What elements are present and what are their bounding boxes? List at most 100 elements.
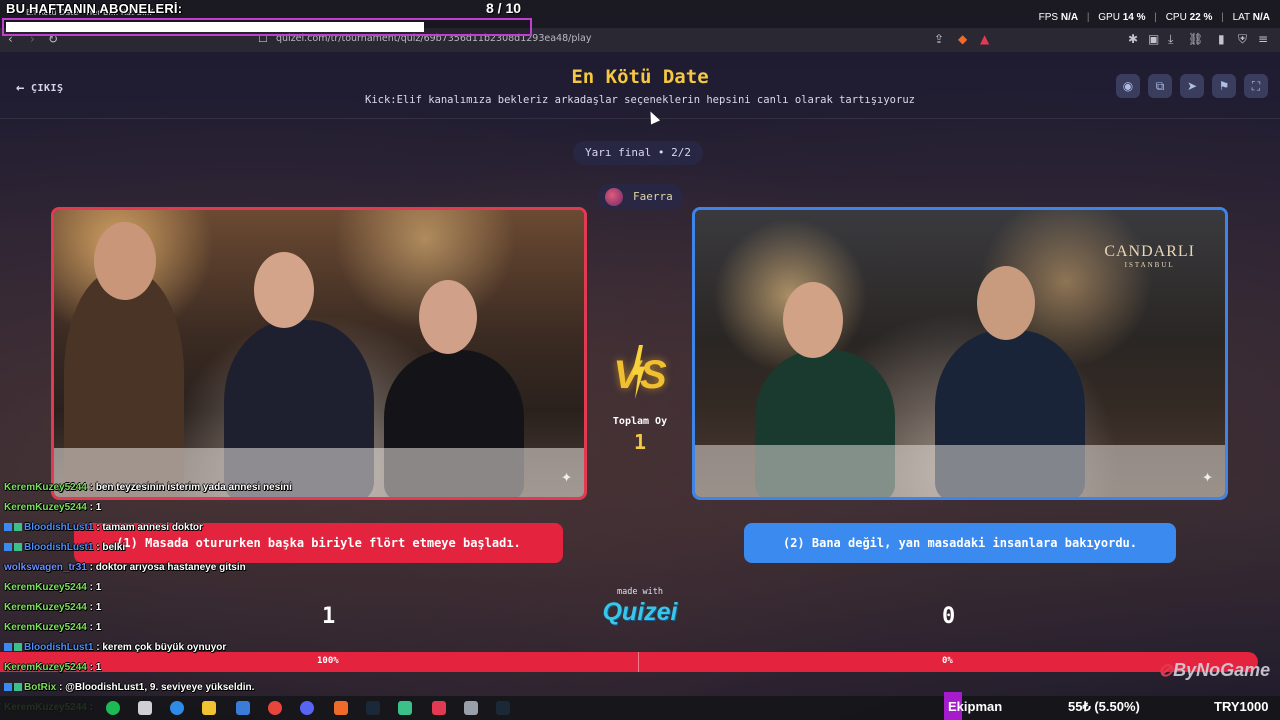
chat-text: 1 xyxy=(95,662,102,673)
chat-username: BloodishLust1 xyxy=(24,522,94,533)
chat-message: BloodishLust1 : kerem çok büyük oynuyor xyxy=(4,642,226,653)
chat-message: KeremKuzey5244 : 1 xyxy=(4,582,102,593)
quiz-subtitle: Kick:Elif kanalımıza bekleriz arkadaşlar… xyxy=(365,94,915,106)
chat-text: 1 xyxy=(95,622,102,633)
option-2-votes: 0 xyxy=(942,604,956,629)
app-icon[interactable] xyxy=(398,701,412,715)
fps-label: FPS xyxy=(1038,12,1059,23)
gpu-value: 14 % xyxy=(1122,12,1146,23)
chat-badge-icon xyxy=(14,683,22,692)
chat-username: KeremKuzey5244 xyxy=(4,502,87,513)
chat-text: 1 xyxy=(95,602,102,613)
ticker-price: TRY1000 xyxy=(1214,699,1269,714)
send-icon[interactable]: ➤ xyxy=(1180,74,1204,98)
vpn-icon[interactable]: ⛨ xyxy=(1238,32,1247,47)
chat-text: @BloodishLust1, 9. seviyeye yükseldin. xyxy=(65,682,255,693)
chat-text: ben teyzesinin isterim yada annesi nesin… xyxy=(95,482,292,493)
bynogame-watermark: ⊘ByNoGame xyxy=(1158,660,1271,680)
chat-username: KeremKuzey5244 xyxy=(4,622,87,633)
menu-icon[interactable]: ≡ xyxy=(1258,32,1268,46)
chat-badge-icon xyxy=(4,643,12,652)
quiz-title: En Kötü Date xyxy=(571,66,709,88)
option-2-percent: 0% xyxy=(942,656,953,666)
total-votes-label: Toplam Oy xyxy=(612,416,668,427)
chat-message: wolkswagen_tr31 : doktor arıyosa hastane… xyxy=(4,562,246,573)
steam-icon[interactable] xyxy=(496,701,510,715)
chat-badge-icon xyxy=(4,523,12,532)
chat-message: BotRix : @BloodishLust1, 9. seviyeye yük… xyxy=(4,682,254,693)
valorant-icon[interactable] xyxy=(432,701,446,715)
restaurant-sign: CANDARLI ISTANBUL xyxy=(1104,243,1195,269)
made-with-label: made with xyxy=(616,587,664,597)
screenshot-icon[interactable]: ▣ xyxy=(1148,32,1159,46)
chat-badge-icon xyxy=(4,683,12,692)
mail-icon[interactable] xyxy=(236,701,250,715)
option-1-image-card[interactable]: ✦ xyxy=(51,207,587,500)
sparkle-icon: ✦ xyxy=(561,466,572,487)
ticker-name: Ekipman xyxy=(948,699,1003,714)
steam-icon[interactable] xyxy=(366,701,380,715)
option-2-button[interactable]: (2) Bana değil, yan masadaki insanlara b… xyxy=(744,523,1176,563)
chat-message: KeremKuzey5244 : ben teyzesinin isterim … xyxy=(4,482,292,493)
chat-message: KeremKuzey5244 : 1 xyxy=(4,502,102,513)
chrome-icon[interactable] xyxy=(268,701,282,715)
subscribers-progress-bar xyxy=(2,18,532,36)
chat-text: belki xyxy=(102,542,126,553)
calculator-icon[interactable] xyxy=(138,701,152,715)
chat-username: wolkswagen_tr31 xyxy=(4,562,87,573)
eye-icon[interactable]: ◉ xyxy=(1116,74,1140,98)
system-stats: FPS N/A | GPU 14 % | CPU 22 % | LAT N/A xyxy=(1038,12,1270,23)
chat-badge-icon xyxy=(14,523,22,532)
fps-value: N/A xyxy=(1060,12,1079,23)
folder-icon[interactable] xyxy=(202,701,216,715)
user-name: Faerra xyxy=(633,190,673,203)
sparkle-icon: ✦ xyxy=(1202,466,1213,487)
chat-text: 1 xyxy=(95,582,102,593)
chat-message: KeremKuzey5244 : 1 xyxy=(4,602,102,613)
subscribers-progress-fill xyxy=(6,22,424,32)
lat-value: N/A xyxy=(1252,12,1270,23)
vote-percentage-bar xyxy=(0,652,1258,672)
gpu-label: GPU xyxy=(1098,12,1120,23)
total-votes-value: 1 xyxy=(633,430,647,454)
round-indicator: Yarı final • 2/2 xyxy=(573,141,703,165)
option-2-image-card[interactable]: CANDARLI ISTANBUL ✦ xyxy=(692,207,1228,500)
chat-text: doktor arıyosa hastaneye gitsin xyxy=(95,562,246,573)
discord-icon[interactable] xyxy=(300,701,314,715)
extensions-icon[interactable]: ✱ xyxy=(1128,32,1138,46)
chat-username: BloodishLust1 xyxy=(24,642,94,653)
cpu-label: CPU xyxy=(1165,12,1187,23)
chat-message: KeremKuzey5244 : 1 xyxy=(4,662,102,673)
fullscreen-icon[interactable]: ⛶ xyxy=(1244,74,1268,98)
chat-message: BloodishLust1 : tamam annesi doktor xyxy=(4,522,203,533)
share-icon[interactable]: ⇪ xyxy=(934,32,944,46)
edge-icon[interactable] xyxy=(170,701,184,715)
chat-username: KeremKuzey5244 xyxy=(4,582,87,593)
brave-rewards-icon[interactable]: ▲ xyxy=(980,32,989,46)
cpu-value: 22 % xyxy=(1189,12,1213,23)
chat-message: KeremKuzey5244 : 1 xyxy=(4,622,102,633)
option-1-percent: 100% xyxy=(317,656,339,666)
flag-icon[interactable]: ⚑ xyxy=(1212,74,1236,98)
lat-label: LAT xyxy=(1232,12,1250,23)
chat-text: tamam annesi doktor xyxy=(102,522,203,533)
user-badge: Faerra xyxy=(597,184,683,210)
link-icon[interactable]: ⛓ xyxy=(1188,32,1203,46)
subscribers-count: 8 / 10 xyxy=(486,0,522,16)
obs-icon[interactable] xyxy=(464,701,478,715)
ticker-change: 55₺ (5.50%) xyxy=(1068,699,1140,714)
copy-icon[interactable]: ⧉ xyxy=(1148,74,1172,98)
chat-username: BotRix xyxy=(24,682,57,693)
spotify-icon[interactable] xyxy=(106,701,120,715)
quizei-logo: Quizei xyxy=(602,598,678,626)
download-icon[interactable]: ⤓ xyxy=(1168,32,1173,47)
brave-icon[interactable] xyxy=(334,701,348,715)
option-1-photo xyxy=(54,210,584,497)
chat-message: BloodishLust1 : belki xyxy=(4,542,125,553)
option-1-votes: 1 xyxy=(322,604,336,629)
sidebar-icon[interactable]: ▮ xyxy=(1218,32,1225,46)
chat-username: KeremKuzey5244 xyxy=(4,602,87,613)
chat-text: kerem çok büyük oynuyor xyxy=(102,642,227,653)
avatar xyxy=(605,188,623,206)
brave-shield-icon[interactable]: ◆ xyxy=(958,32,967,46)
